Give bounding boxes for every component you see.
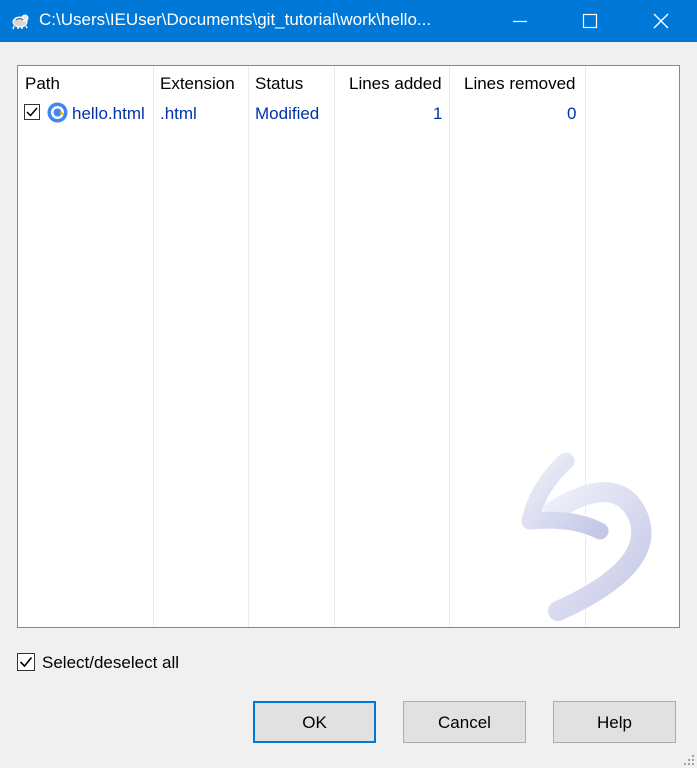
row-checkbox[interactable]	[24, 104, 40, 120]
chrome-html-file-icon	[47, 102, 68, 123]
maximize-button[interactable]	[567, 0, 613, 42]
column-header-lines-removed[interactable]: Lines removed	[464, 74, 576, 94]
column-header-path[interactable]: Path	[25, 74, 60, 94]
row-path: hello.html	[72, 104, 145, 123]
column-header-status[interactable]: Status	[255, 74, 303, 94]
revert-arrow-icon	[521, 452, 652, 621]
cancel-button[interactable]: Cancel	[403, 701, 526, 743]
row-lines-added: 1	[433, 104, 443, 123]
close-button[interactable]	[638, 0, 684, 42]
row-lines-removed: 0	[567, 104, 577, 123]
minimize-icon	[513, 20, 527, 23]
file-list[interactable]: Path Extension Status Lines added Lines …	[17, 65, 680, 628]
column-header-lines-added[interactable]: Lines added	[349, 74, 442, 94]
column-header-extension[interactable]: Extension	[160, 74, 235, 94]
close-icon	[653, 13, 669, 29]
title-bar[interactable]: C:\Users\IEUser\Documents\git_tutorial\w…	[0, 0, 697, 42]
column-separator	[334, 66, 335, 627]
checkmark-icon	[26, 107, 38, 117]
help-button[interactable]: Help	[553, 701, 676, 743]
revert-dialog: C:\Users\IEUser\Documents\git_tutorial\w…	[0, 0, 697, 768]
ok-button[interactable]: OK	[253, 701, 376, 743]
resize-grip-icon[interactable]	[683, 754, 695, 766]
row-status: Modified	[255, 104, 320, 123]
column-separator	[449, 66, 450, 627]
column-separator	[153, 66, 154, 627]
select-all-label[interactable]: Select/deselect all	[42, 653, 179, 673]
tortoisegit-icon	[12, 14, 29, 30]
maximize-icon	[582, 13, 598, 29]
row-extension: .html	[160, 104, 197, 123]
window-title: C:\Users\IEUser\Documents\git_tutorial\w…	[39, 10, 432, 29]
column-separator	[248, 66, 249, 627]
checkmark-icon	[19, 656, 33, 668]
select-all-checkbox[interactable]	[17, 653, 35, 671]
minimize-button[interactable]	[497, 0, 543, 42]
